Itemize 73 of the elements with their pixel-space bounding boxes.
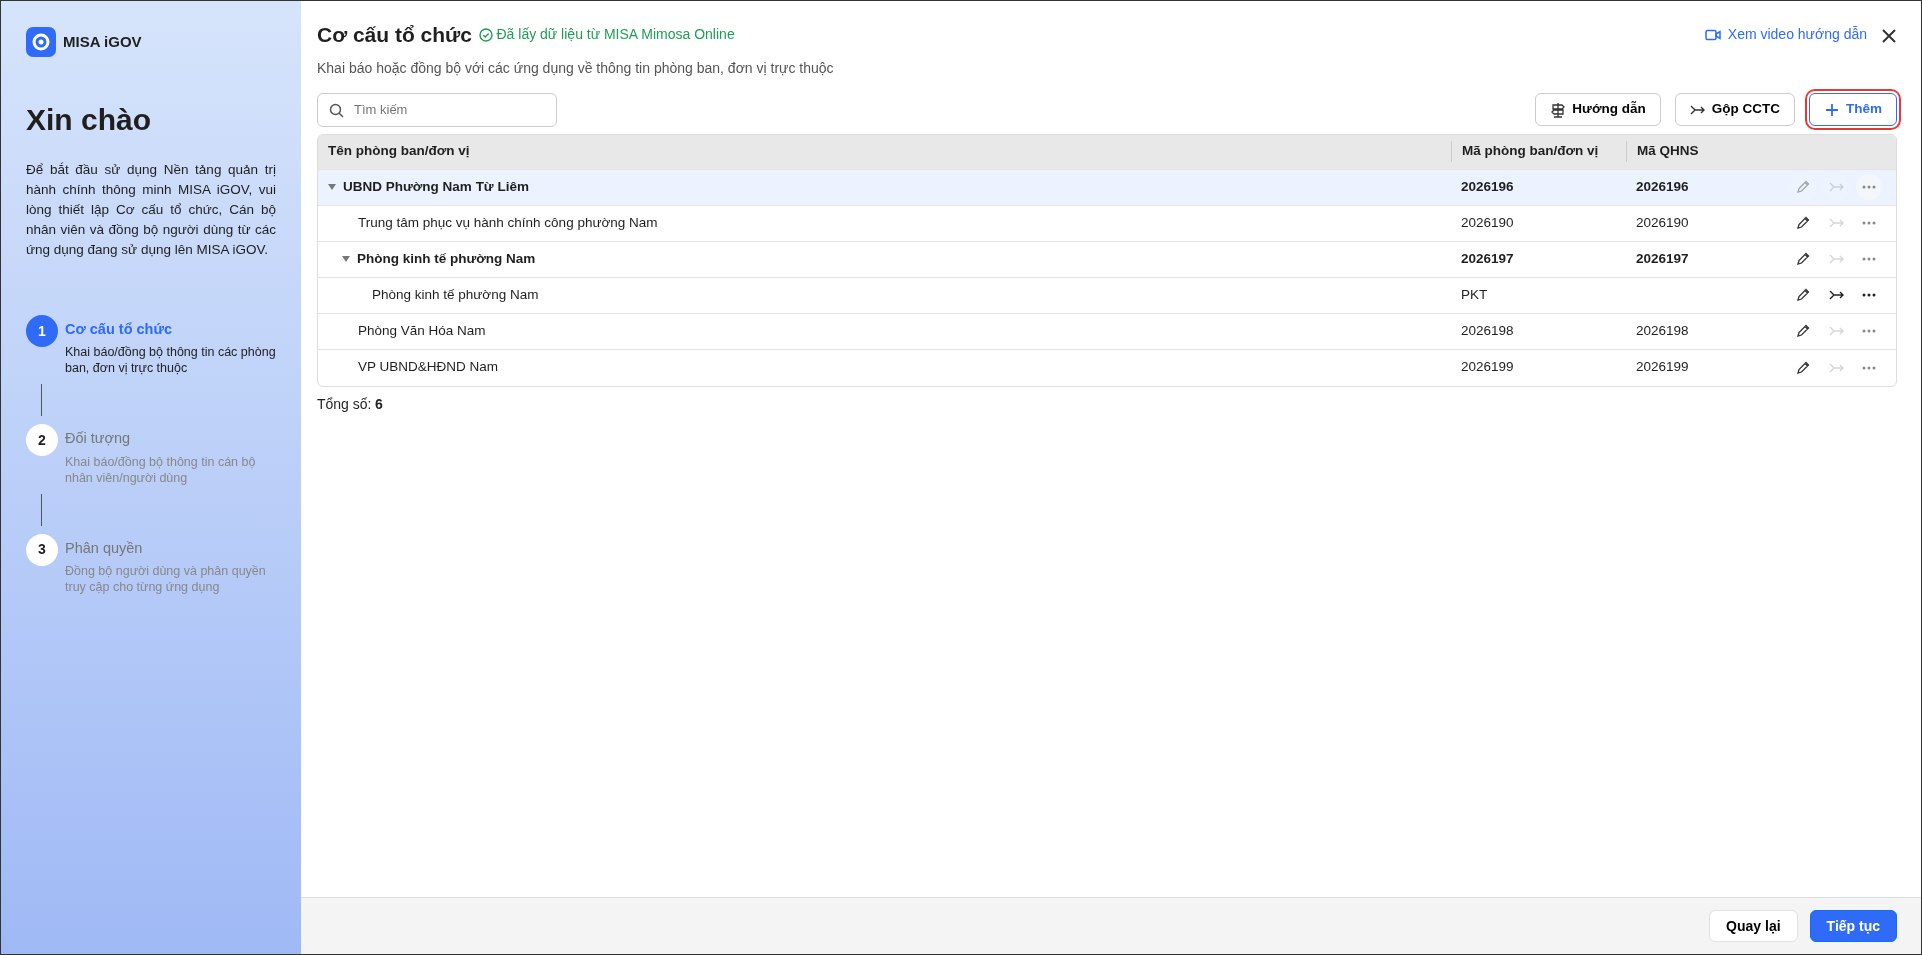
brand-name: MISA iGOV [63,31,142,52]
unit-code: 2026196 [1461,178,1514,194]
table-row[interactable]: Phòng kinh tế phường Nam PKT [318,277,1896,314]
pencil-icon [1796,252,1810,266]
pencil-icon [1796,180,1810,194]
more-icon [1862,365,1876,370]
unit-code: 2026198 [1461,322,1514,338]
unit-name: Phòng kinh tế phường Nam [357,249,536,268]
page-subtitle: Khai báo hoặc đồng bộ với các ứng dụng về thông tin phòng ban, đơn vị trực thuộc [317,58,835,78]
step-number[interactable]: 3 [26,533,58,566]
pencil-icon [1796,360,1810,375]
aperture-icon [32,33,50,51]
more-button[interactable] [1856,174,1882,200]
step-number[interactable]: 1 [26,315,58,347]
greeting-title: Xin chào [26,102,153,138]
continue-button[interactable]: Tiếp tục [1809,910,1897,942]
table-row[interactable]: Trung tâm phục vụ hành chính công phường Nam 2026190 2026190 [318,205,1896,242]
sync-status: Đã lấy dữ liệu từ MISA Mimosa Online [496,25,735,45]
page-title: Cơ cấu tổ chức [317,22,472,48]
qhns-code: 2026190 [1636,214,1689,230]
total-value: 6 [375,394,383,414]
table-row[interactable]: Phòng Văn Hóa Nam 2026198 2026198 [318,313,1896,350]
guide-button[interactable]: Hướng dẫn [1535,93,1661,126]
table-row[interactable]: Phòng kinh tế phường Nam 2026197 2026197 [318,241,1896,278]
merge-arrow-icon [1828,288,1844,302]
qhns-code: 2026198 [1636,322,1689,338]
video-camera-icon [1704,28,1721,41]
step-description: Khai báo/đồng bộ thông tin các phòng ban, đơn vị trực thuộc [65,344,276,377]
unit-name: Trung tâm phục vụ hành chính công phường Nam [358,213,658,232]
more-icon [1862,221,1876,225]
total-label: Tổng số: [317,394,372,414]
search-field[interactable]: Tìm kiếm [317,92,557,127]
pencil-icon [1796,216,1810,230]
unit-name: VP UBND&HĐND Nam [358,358,499,377]
merge-arrow-icon [1828,252,1844,266]
more-icon [1862,329,1876,333]
intro-text: Để bắt đầu sử dụng Nền tảng quản trị hành chính thông minh MISA iGOV, vui lòng thiết lập Cơ cấu tổ chức, Cán bộ nhân viên và đồng bộ người dùng từ các ứng dụng đang sử dụng lên MISA iGOV. [26,161,276,259]
caret-down-icon [342,255,350,263]
more-icon [1862,293,1876,297]
plus-icon [1824,101,1840,118]
column-header: Tên phòng ban/đơn vị [327,142,471,161]
qhns-code: 2026199 [1636,359,1689,375]
merge-arrow-icon [1828,324,1844,338]
signpost-icon [1550,101,1567,118]
column-header: Mã QHNS [1626,141,1766,162]
pencil-icon [1796,324,1810,338]
back-button[interactable]: Quay lại [1709,910,1798,942]
merge-button[interactable]: Gộp CCTC [1674,93,1795,126]
column-header: Mã phòng ban/đơn vị [1451,141,1626,162]
check-circle-icon [479,27,493,42]
qhns-code: 2026196 [1636,178,1689,194]
unit-name: Phòng kinh tế phường Nam [372,285,539,304]
merge-arrow-icon [1828,180,1844,194]
step-description: Đồng bộ người dùng và phân quyền truy cập cho từng ứng dụng [65,562,267,595]
merge-arrow-icon [1828,216,1844,230]
unit-name: Phòng Văn Hóa Nam [358,321,486,340]
unit-code: 2026190 [1461,214,1514,230]
table-row[interactable]: VP UBND&HĐND Nam 2026199 2026199 [318,349,1896,386]
close-icon [1881,27,1897,44]
step-number[interactable]: 2 [26,424,58,457]
table-row[interactable]: UBND Phường Nam Từ Liêm 2026196 2026196 [318,169,1896,206]
pencil-icon [1796,288,1810,302]
qhns-code: 2026197 [1636,250,1689,266]
unit-code: 2026199 [1461,359,1514,375]
unit-code: PKT [1461,286,1488,302]
video-guide-link[interactable]: Xem video hướng dẫn [1704,24,1867,46]
unit-code: 2026197 [1461,250,1514,266]
more-icon [1862,257,1876,261]
unit-name: UBND Phường Nam Từ Liêm [343,177,529,196]
step-description: Khai báo/đồng bộ thông tin cán bộ nhân viên/người dùng [65,453,257,486]
more-icon [1862,185,1876,189]
search-icon [329,102,344,118]
caret-down-icon [328,183,336,191]
